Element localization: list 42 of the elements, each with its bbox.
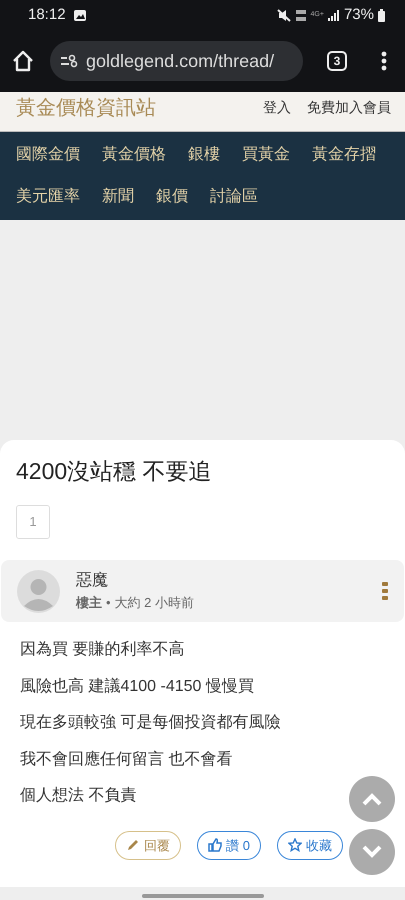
author-role: 樓主 <box>76 594 102 612</box>
favorite-button[interactable]: 收藏 <box>277 830 343 860</box>
thread-title: 4200沒站穩 不要追 <box>16 457 213 486</box>
url-text: goldlegend.com/thread/ <box>86 50 274 73</box>
image-icon <box>74 10 86 20</box>
nav-link[interactable]: 國際金價 <box>16 134 80 176</box>
home-icon[interactable] <box>12 50 34 72</box>
author-name[interactable]: 惡魔 <box>76 569 366 594</box>
header-link[interactable]: 免費加入會員 <box>307 97 391 118</box>
post-text: 風險也高 建議4100 -4150 慢慢買 <box>20 676 254 696</box>
gesture-handle[interactable] <box>142 894 264 898</box>
pencil-icon <box>126 838 140 852</box>
more-icon[interactable] <box>381 51 387 71</box>
nav-link[interactable]: 黃金存摺 <box>312 134 376 176</box>
separator-dot: • <box>106 594 111 612</box>
mute-icon <box>276 8 291 22</box>
post-time: 大約 2 小時前 <box>114 594 194 612</box>
avatar-icon <box>17 570 60 612</box>
star-icon <box>288 838 302 852</box>
post-text: 我不會回應任何留言 也不會看 <box>20 750 232 770</box>
clock-text: 18:12 <box>28 4 66 25</box>
tune-icon <box>60 54 78 68</box>
signal-icon <box>328 10 340 20</box>
post-text: 因為買 要賺的利率不高 <box>20 640 184 660</box>
battery-percent: 73% <box>344 4 374 25</box>
address-bar[interactable]: goldlegend.com/thread/ <box>50 41 303 81</box>
nav-link[interactable]: 新聞 <box>102 176 134 218</box>
nav-link[interactable]: 黃金價格 <box>102 134 166 176</box>
battery-icon <box>378 8 385 22</box>
chevron-down-icon <box>361 845 383 859</box>
post-text: 現在多頭較強 可是每個投資都有風險 <box>20 712 280 733</box>
header-link[interactable]: 登入 <box>263 97 291 118</box>
nav-link[interactable]: 銀樓 <box>188 134 220 176</box>
nav-link[interactable]: 美元匯率 <box>16 176 80 218</box>
nav-link[interactable]: 銀價 <box>156 176 188 218</box>
tab-count-button[interactable]: 3 <box>327 51 347 71</box>
post-text: 個人想法 不負責 <box>20 786 136 806</box>
chevron-up-icon <box>361 792 383 806</box>
thumbs-up-icon <box>208 838 222 852</box>
nav-link[interactable]: 買黃金 <box>242 134 290 176</box>
nav-link[interactable]: 討論區 <box>210 176 258 218</box>
like-button[interactable]: 讚 0 <box>197 830 261 860</box>
